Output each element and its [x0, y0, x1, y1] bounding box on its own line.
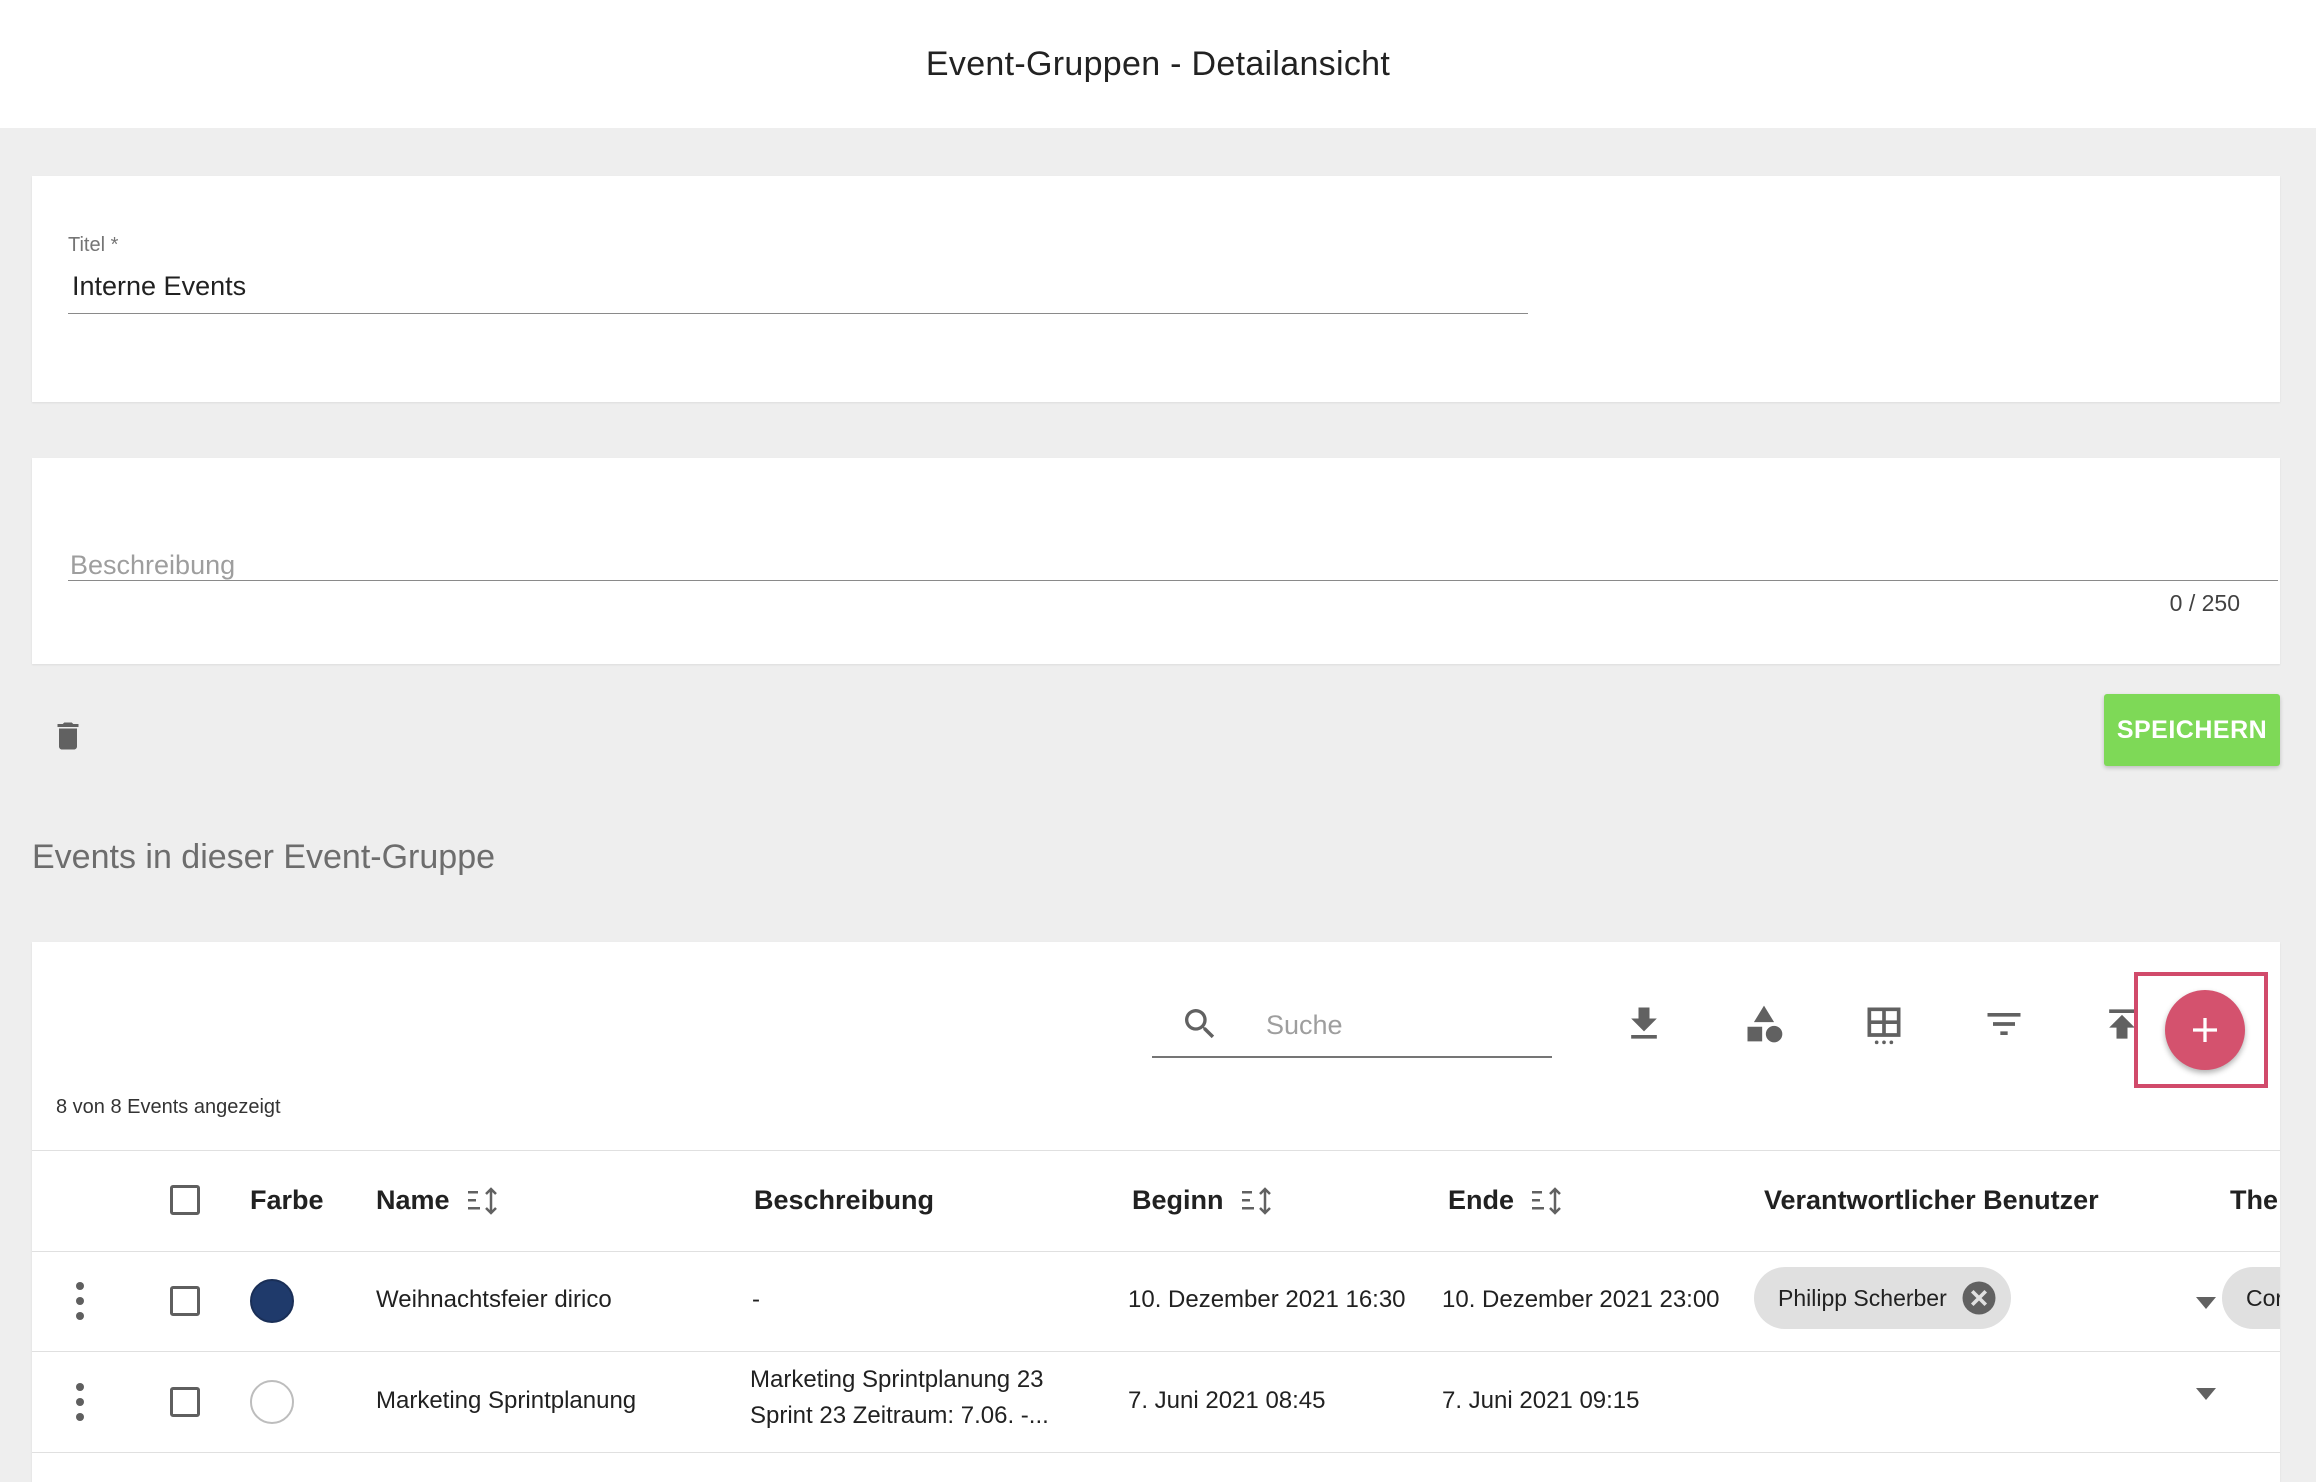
- table-columns-icon[interactable]: [1862, 1002, 1906, 1046]
- column-header-thema: The: [2230, 1185, 2279, 1215]
- event-begin: 10. Dezember 2021 16:30: [1128, 1286, 1406, 1313]
- title-field[interactable]: Interne Events: [72, 271, 246, 302]
- column-header-beginn-label: Beginn: [1132, 1185, 1224, 1215]
- add-event-button[interactable]: [2165, 990, 2245, 1070]
- column-header-verantwortlicher-benutzer: Verantwortlicher Benutzer: [1764, 1185, 2099, 1215]
- shapes-icon[interactable]: [1742, 1002, 1786, 1046]
- column-header-farbe: Farbe: [250, 1185, 324, 1215]
- event-color-swatch: [250, 1380, 294, 1424]
- sort-icon[interactable]: [1530, 1186, 1564, 1216]
- description-card: Beschreibung 0 / 250: [32, 458, 2280, 664]
- page-title: Event-Gruppen - Detailansicht: [925, 44, 1391, 83]
- event-end: 10. Dezember 2021 23:00: [1442, 1286, 1720, 1313]
- responsible-user-chip[interactable]: Philipp Scherber: [1754, 1267, 2011, 1329]
- event-description: Marketing Sprintplanung 23: [750, 1366, 1044, 1393]
- save-button[interactable]: SPEICHERN: [2104, 694, 2280, 766]
- more-vert-icon[interactable]: [74, 1382, 86, 1422]
- event-description: -: [752, 1286, 760, 1313]
- row-checkbox[interactable]: [170, 1387, 200, 1417]
- responsible-user-name: Philipp Scherber: [1778, 1284, 1947, 1311]
- column-header-beschreibung: Beschreibung: [754, 1185, 935, 1215]
- column-header-name-label: Name: [376, 1185, 450, 1215]
- table-header: Farbe Name Beschreibung Beginn Ende Vera…: [32, 1150, 2280, 1252]
- sort-icon[interactable]: [1240, 1186, 1274, 1216]
- column-header-name[interactable]: Name: [376, 1185, 500, 1216]
- event-begin: 7. Juni 2021 08:45: [1128, 1387, 1326, 1414]
- events-count: 8 von 8 Events angezeigt: [56, 1096, 281, 1118]
- title-field-label: Titel *: [68, 234, 119, 256]
- title-field-underline: [68, 313, 1528, 314]
- more-vert-icon[interactable]: [74, 1281, 86, 1321]
- description-field[interactable]: Beschreibung: [70, 550, 235, 581]
- trash-icon[interactable]: [50, 716, 86, 756]
- dropdown-arrow-icon[interactable]: [2196, 1297, 2216, 1309]
- event-color-swatch: [250, 1279, 294, 1323]
- row-checkbox[interactable]: [170, 1286, 200, 1316]
- search-underline: [1152, 1056, 1552, 1058]
- title-card: Titel * Interne Events: [32, 176, 2280, 402]
- dropdown-arrow-icon[interactable]: [2196, 1388, 2216, 1400]
- table-row[interactable]: Marketing Sprintplanung Marketing Sprint…: [32, 1352, 2280, 1453]
- search-icon: [1185, 1009, 1215, 1039]
- event-name: Marketing Sprintplanung: [376, 1387, 637, 1414]
- remove-chip-icon[interactable]: [1961, 1280, 1997, 1316]
- page-header: Event-Gruppen - Detailansicht: [0, 0, 2316, 128]
- column-header-ende-label: Ende: [1448, 1185, 1515, 1215]
- plus-icon: [2193, 1018, 2217, 1042]
- download-icon[interactable]: [1622, 1002, 1666, 1046]
- sort-icon[interactable]: [466, 1186, 500, 1216]
- theme-chip[interactable]: Cor: [2222, 1267, 2280, 1329]
- column-header-ende[interactable]: Ende: [1448, 1185, 1564, 1216]
- table-row[interactable]: Weihnachtsfeier dirico - 10. Dezember 20…: [32, 1251, 2280, 1352]
- description-field-underline: [68, 580, 2278, 581]
- event-name: Weihnachtsfeier dirico: [376, 1286, 612, 1313]
- events-section-title: Events in dieser Event-Gruppe: [32, 838, 496, 876]
- event-description-line2: Sprint 23 Zeitraum: 7.06. -...: [750, 1402, 1049, 1429]
- events-table-card: 8 von 8 Events angezeigt Farbe Name Besc…: [32, 942, 2280, 1482]
- column-header-beginn[interactable]: Beginn: [1132, 1185, 1274, 1216]
- description-char-counter: 0 / 250: [2169, 590, 2240, 616]
- event-end: 7. Juni 2021 09:15: [1442, 1387, 1640, 1414]
- search-input[interactable]: [1264, 1006, 1568, 1044]
- select-all-checkbox[interactable]: [170, 1185, 200, 1215]
- filter-icon[interactable]: [1982, 1002, 2026, 1046]
